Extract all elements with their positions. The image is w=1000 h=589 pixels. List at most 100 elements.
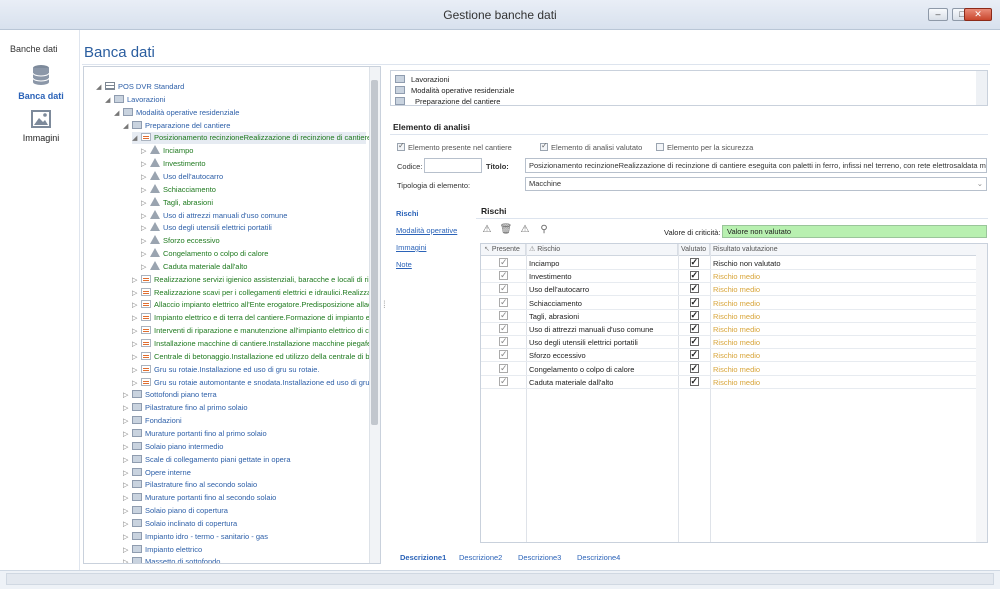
presente-checkbox[interactable]	[499, 348, 508, 361]
tree-node[interactable]: ▷ Realizzazione servizi igienico assisten…	[132, 274, 380, 287]
expand-toggle-icon[interactable]: ▷	[123, 480, 132, 492]
delete-icon[interactable]: 🗑	[499, 224, 513, 236]
valutato-checkbox[interactable]	[689, 322, 699, 335]
expand-toggle-icon[interactable]: ▷	[123, 557, 132, 563]
presente-cell[interactable]	[481, 362, 526, 376]
nav-item-immagini[interactable]: Immagini	[8, 110, 74, 143]
grid-scrollbar[interactable]	[976, 244, 987, 542]
valutato-checkbox[interactable]	[689, 282, 699, 295]
valutato-checkbox[interactable]	[689, 375, 699, 388]
expand-toggle-icon[interactable]: ◢	[114, 108, 123, 120]
rischio-cell[interactable]: Schiacciamento	[526, 297, 678, 310]
rischio-cell[interactable]: Congelamento o colpo di calore	[526, 363, 678, 376]
tree-node[interactable]: ◢ Posizionamento recinzioneRealizzazione …	[132, 132, 380, 145]
expand-toggle-icon[interactable]: ◢	[132, 133, 141, 145]
add-risk-button[interactable]: ⚠	[480, 224, 494, 236]
expand-toggle-icon[interactable]: ▷	[141, 211, 150, 223]
tree-node[interactable]: ▷ Installazione macchine di cantiere.Inst…	[132, 338, 380, 350]
checkbox-box[interactable]	[397, 141, 405, 151]
valutato-cell[interactable]	[678, 375, 710, 389]
checkbox-elemento-sicurezza[interactable]: Elemento per la sicurezza	[656, 143, 753, 152]
tab-descrizione3[interactable]: Descrizione3	[518, 553, 561, 562]
expand-toggle-icon[interactable]: ▷	[123, 390, 132, 402]
tab-descrizione2[interactable]: Descrizione2	[459, 553, 502, 562]
rischio-cell[interactable]: Investimento	[526, 270, 678, 284]
presente-checkbox[interactable]	[499, 322, 508, 335]
column-header-presente[interactable]: ↖ Presente	[481, 244, 526, 256]
expand-toggle-icon[interactable]: ▷	[141, 172, 150, 184]
expand-toggle-icon[interactable]: ▷	[141, 236, 150, 248]
tree-node[interactable]: ▷ Investimento	[141, 158, 206, 170]
expand-toggle-icon[interactable]: ▷	[123, 442, 132, 454]
expand-toggle-icon[interactable]: ▷	[132, 339, 141, 351]
valutato-checkbox[interactable]	[689, 348, 699, 361]
valutato-cell[interactable]	[678, 322, 710, 336]
presente-checkbox[interactable]	[499, 309, 508, 322]
valutato-cell[interactable]	[678, 362, 710, 376]
tree-node[interactable]: ▷ Fondazioni	[123, 415, 182, 427]
tree-node[interactable]: ▷ Sottofondi piano terra	[123, 389, 217, 401]
rischio-cell[interactable]: Caduta materiale dall'alto	[526, 376, 678, 389]
tree-node[interactable]: ▷ Uso dell'autocarro	[141, 170, 223, 184]
expand-toggle-icon[interactable]: ▷	[123, 519, 132, 531]
valutato-checkbox[interactable]	[689, 269, 699, 282]
rischio-cell[interactable]: Uso dell'autocarro	[526, 283, 678, 297]
tree-node[interactable]: ▷ Scale di collegamento piani gettate in …	[123, 454, 291, 466]
tree-node[interactable]: ▷ Caduta materiale dall'alto	[141, 260, 247, 274]
presente-cell[interactable]	[481, 335, 526, 350]
tree-node[interactable]: ▷ Schiacciamento	[141, 183, 216, 197]
expand-toggle-icon[interactable]: ▷	[141, 262, 150, 274]
presente-checkbox[interactable]	[499, 282, 508, 295]
rischio-cell[interactable]: Sforzo eccessivo	[526, 349, 678, 363]
expand-toggle-icon[interactable]: ▷	[141, 249, 150, 261]
expand-toggle-icon[interactable]: ▷	[132, 313, 141, 325]
expand-toggle-icon[interactable]: ▷	[123, 429, 132, 441]
tree-node[interactable]: ▷ Impianto idro - termo - sanitario - gas	[123, 531, 268, 543]
column-header-risultato[interactable]: Risultato valutazione	[710, 244, 987, 256]
expand-toggle-icon[interactable]: ▷	[132, 300, 141, 312]
expand-toggle-icon[interactable]: ▷	[141, 159, 150, 171]
type-select[interactable]: Macchine ⌄	[525, 177, 987, 191]
column-header-rischio[interactable]: ⚠ Rischio	[526, 244, 678, 256]
tab-descrizione1[interactable]: Descrizione1	[400, 553, 446, 562]
tree-node[interactable]: ▷ Uso degli utensili elettrici portatili	[141, 222, 272, 234]
tree-node[interactable]: ▷ Allaccio impianto elettrico all'Ente er…	[132, 299, 380, 312]
expand-toggle-icon[interactable]: ▷	[141, 185, 150, 197]
column-header-valutato[interactable]: Valutato	[678, 244, 710, 256]
tree-node[interactable]: ▷ Gru su rotaie.Installazione ed uso di g…	[132, 364, 320, 376]
expand-toggle-icon[interactable]: ▷	[123, 403, 132, 415]
presente-checkbox[interactable]	[499, 375, 508, 388]
valutato-cell[interactable]	[678, 282, 710, 297]
tree-node[interactable]: ◢ Modalità operative residenziale	[114, 107, 239, 119]
tree-node[interactable]: ▷ Tagli, abrasioni	[141, 196, 213, 209]
path-item[interactable]: Preparazione del cantiere	[395, 96, 500, 107]
valutato-cell[interactable]	[678, 256, 710, 270]
tab-descrizione4[interactable]: Descrizione4	[577, 553, 620, 562]
valutato-cell[interactable]	[678, 309, 710, 323]
nav-tab-banche-dati[interactable]: Banche dati	[10, 44, 58, 54]
expand-toggle-icon[interactable]: ▷	[132, 275, 141, 287]
path-item[interactable]: Modalità operative residenziale	[395, 85, 514, 96]
presente-checkbox[interactable]	[499, 296, 508, 309]
presente-cell[interactable]	[481, 256, 526, 270]
presente-cell[interactable]	[481, 296, 526, 310]
expand-toggle-icon[interactable]: ▷	[123, 416, 132, 428]
expand-toggle-icon[interactable]: ▷	[132, 352, 141, 364]
tree-node[interactable]: ▷ Realizzazione scavi per i collegamenti …	[132, 287, 380, 299]
splitter-handle[interactable]: ⁞	[383, 300, 389, 320]
tree-node[interactable]: ▷ Centrale di betonaggio.Installazione ed…	[132, 351, 380, 363]
valutato-checkbox[interactable]	[689, 335, 699, 348]
expand-toggle-icon[interactable]: ▷	[141, 146, 150, 158]
nav-item-banca-dati[interactable]: Banca dati	[8, 64, 74, 101]
subnav-modalita-operative[interactable]: Modalità operative	[396, 226, 457, 235]
tree-node[interactable]: ▷ Massetto di sottofondo	[123, 556, 220, 563]
tree-node[interactable]: ▷ Uso di attrezzi manuali d'uso comune	[141, 209, 287, 223]
subnav-rischi[interactable]: Rischi	[396, 209, 419, 218]
presente-checkbox[interactable]	[499, 269, 508, 282]
tree-node[interactable]: ◢ Preparazione del cantiere	[123, 120, 230, 132]
tree-node[interactable]: ▷ Opere interne	[123, 467, 191, 479]
tree-node[interactable]: ◢ Lavorazioni	[105, 94, 165, 106]
presente-checkbox[interactable]	[499, 362, 508, 375]
tree-node[interactable]: ▷ Sforzo eccessivo	[141, 235, 220, 247]
rischio-cell[interactable]: Uso di attrezzi manuali d'uso comune	[526, 323, 678, 336]
